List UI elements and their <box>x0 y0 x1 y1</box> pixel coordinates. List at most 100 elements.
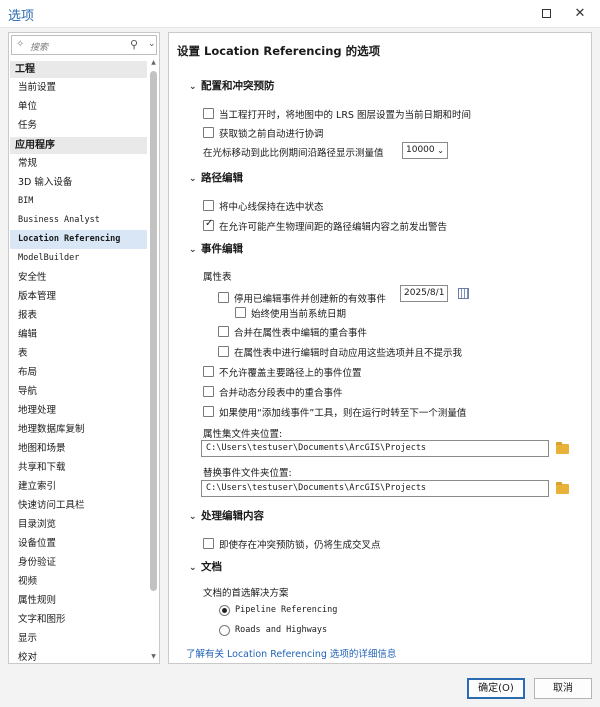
nav-item[interactable]: 导航 <box>10 382 147 401</box>
close-icon: ✕ <box>574 6 586 21</box>
chevron-down-icon: ⌄ <box>437 146 444 155</box>
attr-folder-input[interactable]: C:\Users\testuser\Documents\ArcGIS\Proje… <box>201 440 549 457</box>
event-retire-label: 停用已编辑事件并创建新的有效事件 <box>234 294 387 305</box>
search-icon[interactable]: ⚲ <box>130 38 138 51</box>
replace-folder-label: 替换事件文件夹位置: <box>203 468 292 479</box>
attr-folder-label: 属性集文件夹位置: <box>203 429 283 440</box>
nav-item[interactable]: 任务 <box>10 116 147 135</box>
title-bar: 选项 ✕ <box>0 0 600 28</box>
calendar-icon[interactable] <box>458 288 469 299</box>
section-event-label: 事件编辑 <box>201 243 243 255</box>
nav-item[interactable]: 编辑 <box>10 325 147 344</box>
replace-folder-input[interactable]: C:\Users\testuser\Documents\ArcGIS\Proje… <box>201 480 549 497</box>
event-apply-no-prompt-checkbox[interactable] <box>218 346 229 357</box>
nav-item[interactable]: 布局 <box>10 363 147 382</box>
nav-item[interactable]: 当前设置 <box>10 78 147 97</box>
folder-browse-icon[interactable] <box>556 482 569 494</box>
search-box[interactable]: ✧ 搜索 ⚲ ⌄ <box>11 35 157 55</box>
nav-item[interactable]: 共享和下载 <box>10 458 147 477</box>
event-date-input[interactable]: 2025/8/1 <box>400 285 448 302</box>
nav-item[interactable]: 目录浏览 <box>10 515 147 534</box>
chevron-down-icon: ⌄ <box>189 82 197 92</box>
nav-item[interactable]: 地理数据库复制 <box>10 420 147 439</box>
nav-list: 工程 当前设置 单位 任务 应用程序 常规 3D 输入设备 BIM Business Analy… <box>10 59 147 667</box>
scale-value: 10000 <box>406 145 435 155</box>
radio-roads-label: Roads and Highways <box>235 625 328 635</box>
event-retire-checkbox[interactable] <box>218 292 229 303</box>
radio-pipeline-label: Pipeline Referencing <box>235 605 338 615</box>
event-no-overlay-checkbox[interactable] <box>203 366 214 377</box>
window-title: 选项 <box>8 9 35 24</box>
section-route[interactable]: ⌄ 路径编辑 <box>189 170 243 185</box>
section-docs-label: 文档 <box>201 561 222 573</box>
nav-item[interactable]: 报表 <box>10 306 147 325</box>
sparkle-icon: ✧ <box>16 39 25 50</box>
event-merge-table-checkbox[interactable] <box>218 326 229 337</box>
docs-pref-label: 文档的首选解决方案 <box>203 588 289 599</box>
event-merge-dynseg-checkbox[interactable] <box>203 386 214 397</box>
scroll-up-icon[interactable]: ▲ <box>149 59 158 68</box>
section-handle-edits[interactable]: ⌄ 处理编辑内容 <box>189 508 264 523</box>
search-input[interactable]: 搜索 <box>30 40 48 53</box>
handle-intersections-checkbox[interactable] <box>203 538 214 549</box>
maximize-icon <box>541 9 551 18</box>
event-add-line-checkbox[interactable] <box>203 406 214 417</box>
chevron-down-icon: ⌄ <box>189 245 197 255</box>
scroll-thumb[interactable] <box>150 71 157 591</box>
handle-intersections-label: 即使存在冲突预防锁，仍将生成交叉点 <box>219 540 381 551</box>
nav-item[interactable]: 建立索引 <box>10 477 147 496</box>
nav-item[interactable]: 校对 <box>10 648 147 667</box>
nav-item[interactable]: 快速访问工具栏 <box>10 496 147 515</box>
nav-item[interactable]: 显示 <box>10 629 147 648</box>
nav-item[interactable]: 身份验证 <box>10 553 147 572</box>
nav-item[interactable]: 常规 <box>10 154 147 173</box>
section-config[interactable]: ⌄ 配置和冲突预防 <box>189 78 275 93</box>
options-content-panel: 设置 Location Referencing 的选项 ⌄ 配置和冲突预防 当工程… <box>168 32 592 664</box>
radio-pipeline-referencing[interactable] <box>219 605 230 616</box>
scroll-down-icon[interactable]: ▼ <box>149 653 158 662</box>
nav-item[interactable]: 版本管理 <box>10 287 147 306</box>
route-keep-centerline-checkbox[interactable] <box>203 200 214 211</box>
nav-scrollbar[interactable]: ▲ ▼ <box>149 59 158 663</box>
attribute-table-label: 属性表 <box>203 272 232 283</box>
chevron-down-icon: ⌄ <box>189 563 197 573</box>
radio-roads-highways[interactable] <box>219 625 230 636</box>
nav-item[interactable]: 设备位置 <box>10 534 147 553</box>
maximize-button[interactable] <box>535 4 557 24</box>
cancel-button[interactable]: 取消 <box>534 678 592 699</box>
options-nav-panel: ✧ 搜索 ⚲ ⌄ 工程 当前设置 单位 任务 应用程序 常规 3D 输入设备 BIM Busin… <box>8 32 160 664</box>
route-warn-gap-checkbox[interactable] <box>203 218 214 231</box>
section-docs[interactable]: ⌄ 文档 <box>189 559 222 574</box>
config-lrs-date-checkbox[interactable] <box>203 108 214 119</box>
nav-item[interactable]: 地理处理 <box>10 401 147 420</box>
event-add-line-label: 如果使用“添加线事件”工具，则在运行时转至下一个测量值 <box>219 408 467 419</box>
page-title: 设置 Location Referencing 的选项 <box>177 44 381 58</box>
chevron-down-icon: ⌄ <box>189 174 197 184</box>
nav-item[interactable]: 3D 输入设备 <box>10 173 147 192</box>
nav-item[interactable]: 属性规则 <box>10 591 147 610</box>
folder-browse-icon[interactable] <box>556 442 569 454</box>
close-button[interactable]: ✕ <box>569 4 591 24</box>
nav-item[interactable]: 单位 <box>10 97 147 116</box>
nav-item[interactable]: 视频 <box>10 572 147 591</box>
section-config-label: 配置和冲突预防 <box>201 80 275 92</box>
section-event[interactable]: ⌄ 事件编辑 <box>189 241 243 256</box>
nav-item[interactable]: BIM <box>10 192 147 211</box>
event-always-date-checkbox[interactable] <box>235 307 246 318</box>
nav-item[interactable]: 表 <box>10 344 147 363</box>
nav-item[interactable]: ModelBuilder <box>10 249 147 268</box>
section-route-label: 路径编辑 <box>201 172 243 184</box>
chevron-down-icon[interactable]: ⌄ <box>148 39 156 49</box>
ok-button[interactable]: 确定(O) <box>467 678 525 699</box>
nav-item[interactable]: 地图和场景 <box>10 439 147 458</box>
config-lrs-date-label: 当工程打开时，将地图中的 LRS 图层设置为当前日期和时间 <box>219 110 471 121</box>
nav-item[interactable]: Business Analyst <box>10 211 147 230</box>
more-info-link[interactable]: 了解有关 Location Referencing 选项的详细信息 <box>186 646 396 660</box>
nav-item[interactable]: Location Referencing <box>10 230 147 249</box>
nav-group-header: 工程 <box>10 61 147 78</box>
nav-item[interactable]: 安全性 <box>10 268 147 287</box>
config-auto-reconcile-checkbox[interactable] <box>203 127 214 138</box>
nav-item[interactable]: 文字和图形 <box>10 610 147 629</box>
scale-select[interactable]: 10000 ⌄ <box>402 142 448 159</box>
scale-label: 在光标移动到此比例期间沿路径显示测量值 <box>203 148 384 159</box>
